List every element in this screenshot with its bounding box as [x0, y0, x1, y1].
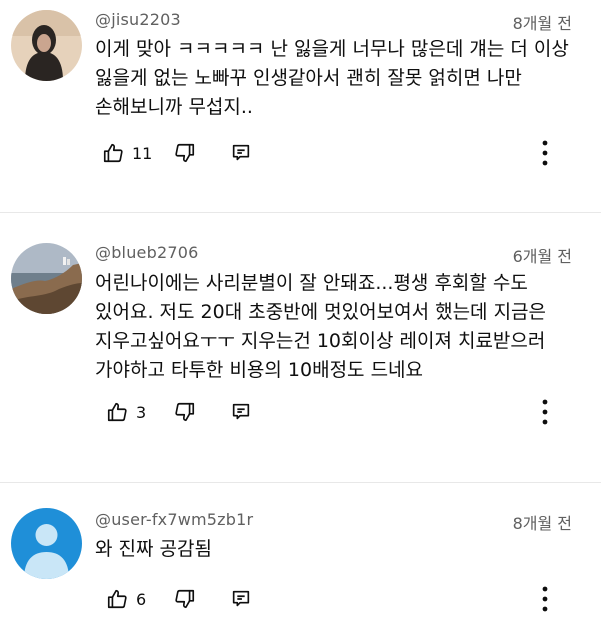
comment-actions: 3: [95, 398, 565, 426]
comment-actions: 6: [95, 585, 565, 613]
comment-author[interactable]: @jisu2203: [95, 10, 181, 29]
reply-icon: [232, 144, 250, 161]
dislike-button[interactable]: [174, 398, 196, 426]
comment-text: 어린나이에는 사리분별이 잘 안돼죠...평생 후회할 수도 있어요. 저도 2…: [95, 272, 547, 381]
like-count: 6: [136, 589, 147, 609]
comment-time: 6개월 전: [512, 247, 572, 266]
like-button[interactable]: 6: [106, 585, 146, 613]
like-count: 3: [136, 402, 147, 422]
like-count: 11: [132, 143, 153, 163]
reply-icon: [232, 590, 250, 607]
thumbs-up-icon: [107, 402, 127, 422]
comment-text: 이게 맞아 ㅋㅋㅋㅋㅋ 난 잃을게 너무나 많은데 걔는 더 이상 잃을게 없는…: [95, 38, 569, 118]
thumbs-down-icon: [175, 143, 195, 163]
reply-icon: [232, 403, 250, 420]
more-options-button[interactable]: [540, 139, 550, 167]
thumbs-up-icon: [103, 143, 123, 163]
thumbs-up-icon: [107, 589, 127, 609]
more-vert-icon: [542, 586, 548, 612]
more-vert-icon: [542, 399, 548, 425]
comment-actions: 11: [95, 139, 565, 167]
thumbs-down-icon: [175, 589, 195, 609]
comment-time: 8개월 전: [512, 14, 572, 33]
like-button[interactable]: 11: [102, 139, 152, 167]
reply-button[interactable]: [230, 585, 252, 613]
avatar[interactable]: [11, 508, 82, 579]
thumbs-down-icon: [175, 402, 195, 422]
more-options-button[interactable]: [540, 585, 550, 613]
avatar[interactable]: [11, 10, 82, 81]
comment-2: @blueb2706 6개월 전 어린나이에는 사리분별이 잘 안돼죠...평생…: [0, 213, 601, 483]
more-vert-icon: [542, 140, 548, 166]
comment-author[interactable]: @user-fx7wm5zb1r: [95, 510, 253, 529]
comment-3: @user-fx7wm5zb1r 8개월 전 와 진짜 공감됨 6: [0, 483, 601, 628]
comment-text: 와 진짜 공감됨: [95, 538, 212, 560]
comment-1: @jisu2203 8개월 전 이게 맞아 ㅋㅋㅋㅋㅋ 난 잃을게 너무나 많은…: [0, 0, 601, 212]
avatar[interactable]: [11, 243, 82, 314]
comment-author[interactable]: @blueb2706: [95, 243, 198, 262]
dislike-button[interactable]: [174, 139, 196, 167]
like-button[interactable]: 3: [106, 398, 146, 426]
dislike-button[interactable]: [174, 585, 196, 613]
more-options-button[interactable]: [540, 398, 550, 426]
reply-button[interactable]: [230, 398, 252, 426]
comment-time: 8개월 전: [512, 514, 572, 533]
reply-button[interactable]: [230, 139, 252, 167]
